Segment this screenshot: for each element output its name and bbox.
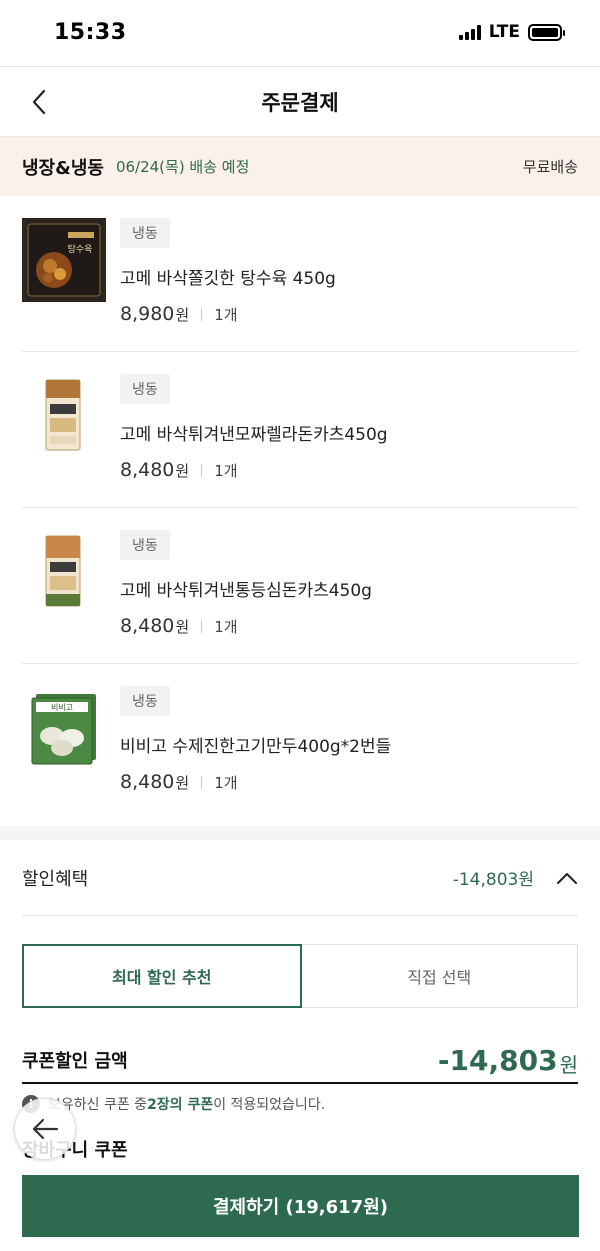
item-quantity: 1개 xyxy=(214,461,238,480)
network-label: LTE xyxy=(488,22,520,42)
order-item: 냉동 고메 바삭튀겨낸모짜렐라돈카츠450g 8,480 원 1개 xyxy=(22,352,578,508)
coupon-total-row: 쿠폰할인 금액 -14,803 원 xyxy=(22,1038,578,1084)
cart-coupon-title: 장바구니 쿠폰 xyxy=(22,1140,128,1161)
product-image: 비비고 xyxy=(22,686,106,770)
discount-toggle[interactable]: 할인혜택 -14,803원 xyxy=(22,840,578,916)
coupon-amount: -14,803 xyxy=(437,1043,558,1077)
item-tag: 냉동 xyxy=(120,530,170,560)
svg-text:탕수육: 탕수육 xyxy=(68,244,93,255)
discount-amount: -14,803원 xyxy=(452,870,534,890)
delivery-date: 06/24(목) 배송 예정 xyxy=(115,158,250,176)
delivery-fee: 무료배송 xyxy=(522,158,578,176)
item-price: 8,980 xyxy=(120,303,175,325)
pay-button[interactable]: 결제하기 (19,617원) xyxy=(22,1175,579,1237)
coupon-unit: 원 xyxy=(559,1052,578,1077)
product-image xyxy=(22,530,106,614)
battery-icon xyxy=(528,23,565,41)
delivery-banner: 냉장&냉동 06/24(목) 배송 예정 무료배송 xyxy=(0,136,600,196)
item-quantity: 1개 xyxy=(214,773,238,792)
item-tag: 냉동 xyxy=(120,218,170,248)
divider xyxy=(201,307,203,321)
svg-text:비비고: 비비고 xyxy=(51,703,73,712)
bottom-bar: 결제하기 (19,617원) xyxy=(0,1162,600,1251)
item-price: 8,480 xyxy=(120,459,175,481)
discount-label: 할인혜택 xyxy=(22,868,89,890)
coupon-label: 쿠폰할인 금액 xyxy=(22,1051,128,1072)
item-quantity: 1개 xyxy=(214,305,238,324)
status-icons: LTE xyxy=(458,22,565,42)
status-bar: 15:33 LTE xyxy=(0,0,600,66)
page-header: 주문결제 xyxy=(0,66,600,136)
item-name: 고메 바삭쫄깃한 탕수육 450g xyxy=(120,269,336,289)
coupon-notice: ! 보유하신 쿠폰 중 2장의 쿠폰이 적용되었습니다. xyxy=(22,1094,578,1114)
order-item: 냉동 고메 바삭튀겨낸통등심돈카츠450g 8,480 원 1개 xyxy=(22,508,578,664)
item-price: 8,480 xyxy=(120,771,175,793)
arrow-left-icon xyxy=(32,1118,59,1140)
product-image: 탕수육 xyxy=(22,218,106,302)
page-title: 주문결제 xyxy=(261,90,339,115)
divider xyxy=(201,463,203,477)
item-name: 고메 바삭튀겨낸통등심돈카츠450g xyxy=(120,581,372,601)
floating-back-button[interactable] xyxy=(14,1098,76,1160)
item-tag: 냉동 xyxy=(120,686,170,716)
item-name: 고메 바삭튀겨낸모짜렐라돈카츠450g xyxy=(120,425,388,445)
signal-icon xyxy=(458,24,481,40)
item-tag: 냉동 xyxy=(120,374,170,404)
divider xyxy=(201,619,203,633)
coupon-mode-tabs: 최대 할인 추천 직접 선택 xyxy=(22,944,578,1008)
chevron-left-icon xyxy=(32,89,46,115)
product-image xyxy=(22,374,106,458)
tab-max-discount[interactable]: 최대 할인 추천 xyxy=(22,944,302,1008)
chevron-up-icon[interactable] xyxy=(556,871,578,885)
item-quantity: 1개 xyxy=(214,617,238,636)
divider xyxy=(201,775,203,789)
status-time: 15:33 xyxy=(54,20,127,45)
item-name: 비비고 수제진한고기만두400g*2번들 xyxy=(120,737,392,757)
back-button[interactable] xyxy=(22,85,56,119)
section-divider xyxy=(0,826,600,840)
order-item: 탕수육 냉동 고메 바삭쫄깃한 탕수육 450g 8,980 원 1개 xyxy=(22,196,578,352)
order-item-list: 탕수육 냉동 고메 바삭쫄깃한 탕수육 450g 8,980 원 1개 냉동 고메… xyxy=(0,196,600,820)
order-item: 비비고 냉동 비비고 수제진한고기만두400g*2번들 8,480 원 1개 xyxy=(22,664,578,820)
item-price: 8,480 xyxy=(120,615,175,637)
delivery-type: 냉장&냉동 xyxy=(22,157,104,179)
tab-manual-select[interactable]: 직접 선택 xyxy=(301,944,578,1008)
